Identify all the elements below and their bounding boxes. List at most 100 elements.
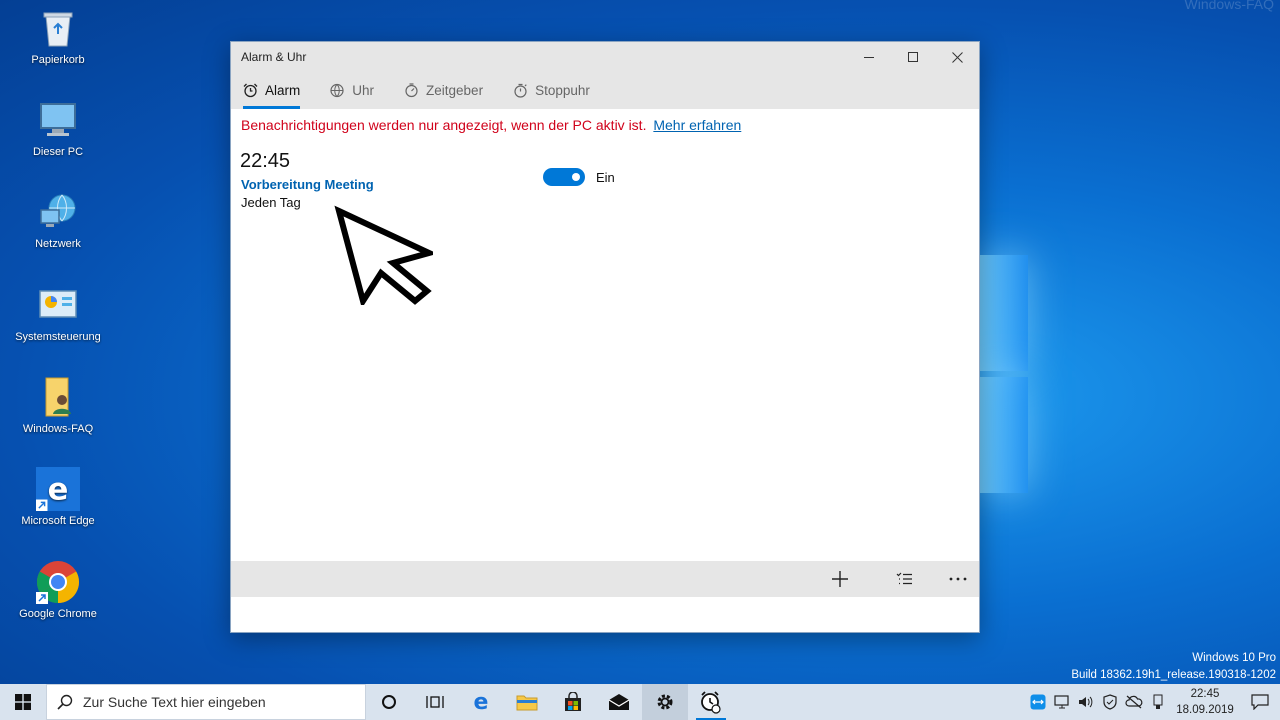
action-center-button[interactable] <box>1240 684 1280 720</box>
tab-label: Alarm <box>265 83 301 98</box>
start-button[interactable] <box>0 684 46 720</box>
desktop-icon-edge[interactable]: e Microsoft Edge <box>8 467 108 527</box>
maximize-button[interactable] <box>891 42 935 72</box>
windows-start-icon <box>15 694 31 710</box>
taskbar: Zur Suche Text hier eingeben e 22:45 18.… <box>0 684 1280 720</box>
alarm-clock-icon <box>701 691 721 714</box>
taskbar-search-box[interactable]: Zur Suche Text hier eingeben <box>46 684 366 720</box>
close-icon <box>951 51 963 63</box>
cortana-circle-icon <box>382 695 396 709</box>
os-edition: Windows 10 Pro <box>1192 652 1276 664</box>
computer-icon <box>36 98 80 142</box>
edge-icon: e <box>36 467 80 511</box>
alarm-list: Benachrichtigungen werden nur angezeigt,… <box>231 109 979 597</box>
maximize-icon <box>907 51 918 62</box>
desktop-icon-label: Google Chrome <box>19 608 97 620</box>
notification-warning: Benachrichtigungen werden nur angezeigt,… <box>241 117 741 133</box>
desktop-icon-label: Systemsteuerung <box>15 331 101 343</box>
system-tray: 22:45 18.09.2019 <box>1026 684 1280 720</box>
alarm-clock-icon <box>243 83 258 98</box>
tab-clock[interactable]: Uhr <box>330 72 374 109</box>
onedrive-offline-icon[interactable] <box>1122 684 1146 720</box>
build-info: Windows 10 Pro Build 18362.19h1_release.… <box>1071 650 1276 684</box>
tab-label: Zeitgeber <box>426 83 484 98</box>
minimize-icon <box>863 56 874 58</box>
desktop-icon-label: Microsoft Edge <box>21 515 95 527</box>
desktop-icon-this-pc[interactable]: Dieser PC <box>8 98 108 158</box>
plus-icon <box>832 571 848 587</box>
stopwatch-icon <box>513 83 528 98</box>
control-panel-icon <box>36 283 80 327</box>
volume-icon[interactable] <box>1074 684 1098 720</box>
taskbar-clock[interactable]: 22:45 18.09.2019 <box>1170 686 1240 718</box>
folder-user-icon <box>36 375 80 419</box>
clock-date: 18.09.2019 <box>1176 704 1234 716</box>
defender-shield-icon[interactable] <box>1098 684 1122 720</box>
close-button[interactable] <box>935 42 979 72</box>
desktop-icon-label: Papierkorb <box>31 54 85 66</box>
edge-icon: e <box>474 691 489 713</box>
mouse-cursor-arrow-icon <box>334 205 433 305</box>
desktop-icon-network[interactable]: Netzwerk <box>8 190 108 250</box>
svg-text:e: e <box>474 691 489 713</box>
watermark: Windows-FAQ <box>1184 0 1274 12</box>
title-bar[interactable]: Alarm & Uhr <box>231 42 979 72</box>
tab-timer[interactable]: Zeitgeber <box>404 72 483 109</box>
windows-logo <box>980 255 1028 493</box>
search-placeholder: Zur Suche Text hier eingeben <box>83 694 266 710</box>
notification-icon <box>1251 694 1269 710</box>
mail-icon <box>608 694 630 710</box>
multi-select-icon <box>896 572 912 585</box>
taskbar-edge[interactable]: e <box>458 684 504 720</box>
timer-icon <box>404 83 419 98</box>
network-icon <box>36 190 80 234</box>
notice-text: Benachrichtigungen werden nur angezeigt,… <box>241 117 647 133</box>
more-dots-icon <box>949 577 967 581</box>
minimize-button[interactable] <box>847 42 891 72</box>
tab-stopwatch[interactable]: Stoppuhr <box>513 72 590 109</box>
alarm-toggle-label: Ein <box>596 170 615 185</box>
usb-device-icon[interactable] <box>1146 684 1170 720</box>
network-monitor-icon[interactable] <box>1050 684 1074 720</box>
alarm-name: Vorbereitung Meeting <box>241 177 374 192</box>
taskbar-file-explorer[interactable] <box>504 684 550 720</box>
add-alarm-button[interactable] <box>822 561 858 597</box>
select-alarms-button[interactable] <box>886 561 922 597</box>
tab-label: Stoppuhr <box>535 83 590 98</box>
desktop-icon-chrome[interactable]: Google Chrome <box>8 560 108 620</box>
task-view-icon <box>426 696 444 708</box>
task-view-button[interactable] <box>412 684 458 720</box>
command-bar <box>231 561 979 597</box>
learn-more-link[interactable]: Mehr erfahren <box>653 117 741 133</box>
teamviewer-icon[interactable] <box>1026 684 1050 720</box>
more-options-button[interactable] <box>940 561 976 597</box>
taskbar-alarms-clock[interactable] <box>688 684 734 720</box>
globe-clock-icon <box>330 83 345 98</box>
taskbar-mail[interactable] <box>596 684 642 720</box>
build-number: Build 18362.19h1_release.190318-1202 <box>1071 669 1276 681</box>
tab-alarm[interactable]: Alarm <box>243 72 301 109</box>
alarm-app-window: Alarm & Uhr Alarm Uhr Zeitgeber Stoppuhr… <box>230 41 980 633</box>
store-bag-icon <box>565 692 581 711</box>
desktop-icon-windows-faq[interactable]: Windows-FAQ <box>8 375 108 435</box>
recycle-bin-icon <box>36 6 80 50</box>
desktop-icon-label: Dieser PC <box>32 146 84 158</box>
chrome-icon <box>36 560 80 604</box>
desktop-icon-recycle-bin[interactable]: Papierkorb <box>8 6 108 66</box>
taskbar-store[interactable] <box>550 684 596 720</box>
desktop-icon-label: Netzwerk <box>35 238 81 250</box>
clock-time: 22:45 <box>1190 688 1220 700</box>
alarm-repeat: Jeden Tag <box>241 195 301 210</box>
svg-text:e: e <box>48 473 69 508</box>
tab-label: Uhr <box>352 83 375 98</box>
cortana-button[interactable] <box>366 684 412 720</box>
search-icon <box>57 694 73 710</box>
alarm-time: 22:45 <box>240 150 291 172</box>
desktop-icon-control-panel[interactable]: Systemsteuerung <box>8 283 108 343</box>
tab-bar: Alarm Uhr Zeitgeber Stoppuhr <box>231 72 979 109</box>
gear-icon <box>657 694 673 710</box>
alarm-toggle[interactable] <box>543 168 585 186</box>
taskbar-settings[interactable] <box>642 684 688 720</box>
window-title: Alarm & Uhr <box>241 50 307 64</box>
folder-icon <box>516 695 538 711</box>
